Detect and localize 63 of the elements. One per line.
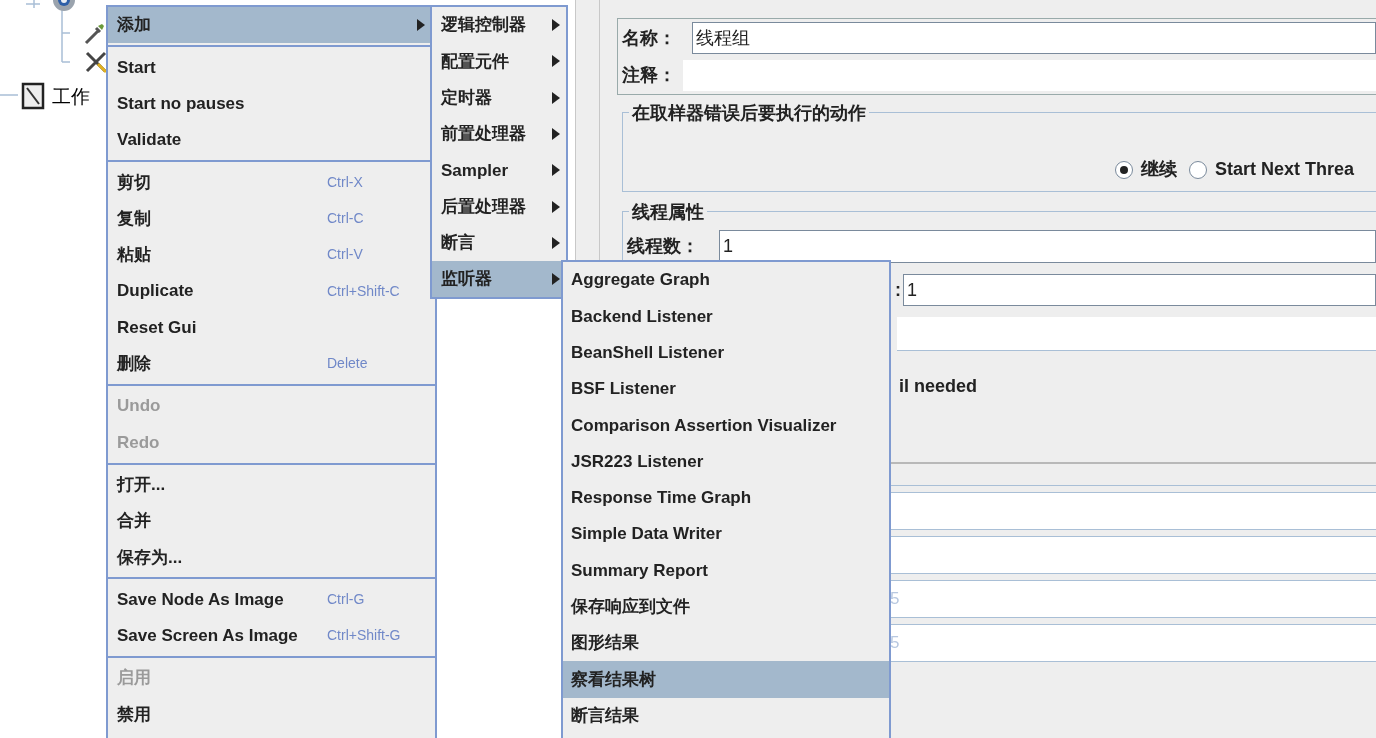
menu-item[interactable]: Summary Report (563, 552, 889, 589)
menu-item[interactable]: BeanShell Listener (563, 334, 889, 371)
shortcut-label: Ctrl-C (327, 209, 364, 229)
submenu-arrow-icon (552, 91, 560, 104)
menu-item[interactable]: Save Node As Image Ctrl-G (108, 581, 435, 618)
menu-item[interactable]: Response Time Graph (563, 479, 889, 517)
field-label: 线程数： (627, 235, 700, 258)
submenu-arrow-icon (552, 200, 560, 213)
menu-item[interactable]: 保存为... (108, 539, 435, 576)
menu-item[interactable]: JSR223 Listener (563, 443, 889, 480)
radio-button[interactable] (1115, 160, 1133, 179)
menu-item[interactable]: 前置处理器 (432, 115, 566, 153)
submenu-arrow-icon (552, 273, 560, 286)
menu-item[interactable]: 图形结果 (563, 624, 889, 662)
text-field[interactable]: 1 (903, 274, 1376, 306)
submenu-arrow-icon (417, 19, 425, 32)
text-field[interactable] (889, 536, 1376, 574)
text-field[interactable] (889, 492, 1376, 530)
menu-item[interactable]: 断言 (432, 224, 566, 262)
field-label: 注释： (622, 64, 677, 87)
shortcut-label: Delete (327, 354, 368, 374)
menu-item[interactable]: Aggregate Graph (563, 262, 889, 299)
shortcut-label: Ctrl+Shift-C (327, 281, 400, 301)
radio-label: Start Next Threa (1215, 158, 1355, 181)
menu-item[interactable]: 合并 (108, 502, 435, 540)
notebook-icon (20, 82, 46, 110)
radio-button[interactable] (1189, 160, 1207, 179)
field-label: 名称： (622, 26, 677, 50)
text-field[interactable]: 线程组 (692, 22, 1376, 54)
shortcut-label: Ctrl-X (327, 172, 363, 192)
text-field[interactable]: 1 (719, 230, 1376, 263)
menu-item[interactable]: 察看结果树 (563, 661, 889, 698)
menu-item[interactable]: 打开... (108, 466, 435, 503)
menu-item[interactable]: BSF Listener (563, 370, 889, 408)
field-label: : (895, 278, 902, 302)
shortcut-label: Ctrl+Shift-G (327, 626, 401, 646)
shortcut-label: Ctrl-G (327, 590, 365, 610)
menu-item[interactable]: Backend Listener (563, 298, 889, 335)
menu-item[interactable]: Reset Gui (108, 309, 435, 346)
pipette-icon (82, 22, 106, 46)
tree-node-label[interactable]: 工作 (52, 83, 90, 112)
submenu-arrow-icon (552, 164, 560, 177)
submenu-arrow-icon (552, 128, 560, 141)
tools-icon (84, 50, 108, 74)
menu-item[interactable]: 禁用 (108, 696, 435, 733)
submenu-arrow-icon (552, 55, 560, 68)
submenu-arrow-icon (552, 19, 560, 32)
menu-item[interactable]: 后置处理器 (432, 188, 566, 225)
option-label: il needed (899, 375, 979, 398)
menu-item[interactable]: 保存响应到文件 (563, 588, 889, 625)
menu-item[interactable]: 断言结果 (563, 697, 889, 734)
menu-item[interactable]: Comparison Assertion Visualizer (563, 407, 889, 444)
shortcut-label: Ctrl-V (327, 245, 363, 265)
menu-item[interactable]: 逻辑控制器 (432, 7, 566, 44)
submenu-arrow-icon (552, 236, 560, 249)
menu-item[interactable]: Sampler (432, 152, 566, 189)
menu-item[interactable]: 定时器 (432, 79, 566, 116)
menu-item[interactable]: 配置元件 (432, 43, 566, 80)
radio-label: 继续 (1141, 158, 1177, 181)
menu-item[interactable]: Save Screen As Image Ctrl+Shift-G (108, 617, 435, 655)
menu-item[interactable]: 删除 Delete (108, 345, 435, 382)
menu-item[interactable]: Simple Data Writer (563, 516, 889, 553)
gear-icon (50, 0, 78, 14)
